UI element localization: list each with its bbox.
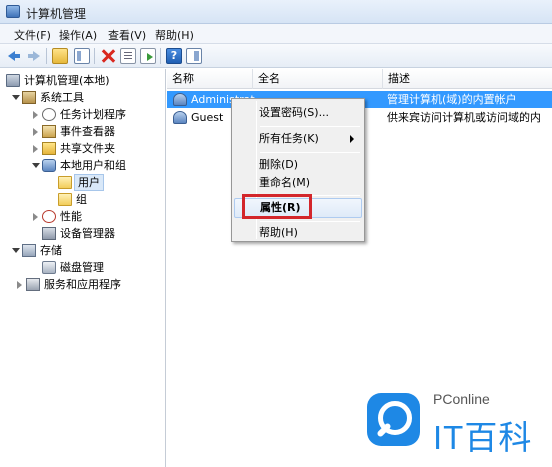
column-header-description[interactable]: 描述 (383, 69, 552, 89)
collapsed-arrow-icon[interactable] (30, 208, 40, 225)
forward-arrow-icon[interactable] (26, 48, 42, 64)
toolbar: ? (0, 44, 552, 68)
performance-icon (42, 210, 56, 223)
expanded-arrow-icon[interactable] (10, 89, 20, 106)
menu-item-all-tasks[interactable]: 所有任务(K) (234, 129, 362, 149)
menu-separator (260, 221, 360, 222)
tree-item-label: 存储 (40, 244, 62, 257)
computer-management-icon (6, 74, 20, 87)
folder-icon (58, 176, 72, 189)
services-apps-icon (26, 278, 40, 291)
tree-item-storage[interactable]: 存储 (10, 242, 164, 259)
user-icon (173, 93, 187, 106)
tree-item-label: 本地用户和组 (60, 159, 126, 172)
tree-item-performance[interactable]: 性能 (30, 208, 164, 225)
tree-item-groups[interactable]: 组 (46, 191, 164, 208)
tree-item-event-viewer[interactable]: 事件查看器 (30, 123, 164, 140)
tree-item-label: 共享文件夹 (60, 142, 115, 155)
delete-icon[interactable] (100, 48, 116, 64)
tree-item-local-users-groups[interactable]: 本地用户和组 (30, 157, 164, 174)
properties-icon[interactable] (120, 48, 136, 64)
tree-item-task-scheduler[interactable]: 任务计划程序 (30, 106, 164, 123)
event-viewer-icon (42, 125, 56, 138)
context-menu: 设置密码(S)... 所有任务(K) 删除(D) 重命名(M) 属性(R) 帮助… (231, 98, 365, 242)
collapsed-arrow-icon[interactable] (30, 123, 40, 140)
tree-item-shared-folders[interactable]: 共享文件夹 (30, 140, 164, 157)
tree-item-computer-management[interactable]: 计算机管理(本地) (6, 72, 164, 89)
toolbar-separator (46, 48, 47, 64)
device-manager-icon (42, 227, 56, 240)
system-tools-icon (22, 91, 36, 104)
tree-item-label: 计算机管理(本地) (24, 74, 110, 87)
collapsed-arrow-icon[interactable] (30, 140, 40, 157)
tree-item-label: 系统工具 (40, 91, 84, 104)
menu-bar: 文件(F) 操作(A) 查看(V) 帮助(H) (0, 24, 552, 44)
user-icon (173, 111, 187, 124)
computer-management-icon (6, 5, 20, 18)
menu-separator (260, 126, 360, 127)
menu-item-help[interactable]: 帮助(H) (234, 223, 362, 243)
navigation-tree: 计算机管理(本地) 系统工具 任务计划程序 事件查看器 共享文件夹 本地用户和组… (0, 69, 166, 467)
menu-item-label: 所有任务(K) (259, 132, 319, 145)
back-arrow-icon[interactable] (6, 48, 22, 64)
disk-management-icon (42, 261, 56, 274)
tree-item-label: 性能 (60, 210, 82, 223)
expanded-arrow-icon[interactable] (30, 157, 40, 174)
title-bar: 计算机管理 (0, 0, 552, 24)
shared-folder-icon (42, 142, 56, 155)
column-header-full-name[interactable]: 全名 (253, 69, 383, 89)
tree-item-label: 设备管理器 (60, 227, 115, 240)
watermark-brand: PConline (433, 391, 490, 407)
tree-item-users[interactable]: 用户 (46, 174, 164, 191)
submenu-arrow-icon (350, 135, 354, 143)
tree-item-disk-management[interactable]: 磁盘管理 (30, 259, 164, 276)
task-scheduler-icon (42, 108, 56, 121)
menu-separator (260, 152, 360, 153)
show-hide-action-pane-icon[interactable] (186, 48, 202, 64)
storage-icon (22, 244, 36, 257)
tree-item-label: 任务计划程序 (60, 108, 126, 121)
tree-item-label: 用户 (74, 174, 104, 191)
up-level-icon[interactable] (52, 48, 68, 64)
menu-help[interactable]: 帮助(H) (155, 27, 194, 43)
tree-item-label: 事件查看器 (60, 125, 115, 138)
tree-item-label: 服务和应用程序 (44, 278, 121, 291)
tree-item-services-applications[interactable]: 服务和应用程序 (14, 276, 164, 293)
toolbar-separator (160, 48, 161, 64)
tree-item-device-manager[interactable]: 设备管理器 (30, 225, 164, 242)
highlight-box (242, 194, 312, 219)
watermark-name: IT百科 (433, 419, 533, 456)
folder-icon (58, 193, 72, 206)
watermark: PConline IT百科 (345, 385, 552, 467)
user-description: 供来宾访问计算机或访问域的内 (387, 111, 541, 124)
pconline-logo-icon (367, 393, 420, 446)
menu-action[interactable]: 操作(A) (59, 27, 97, 43)
tree-item-system-tools[interactable]: 系统工具 (10, 89, 164, 106)
expanded-arrow-icon[interactable] (10, 242, 20, 259)
user-description: 管理计算机(域)的内置帐户 (387, 93, 517, 106)
menu-view[interactable]: 查看(V) (108, 27, 146, 43)
column-header-row: 名称 全名 描述 (167, 69, 552, 89)
window-title: 计算机管理 (26, 7, 87, 21)
menu-item-delete[interactable]: 删除(D) (234, 155, 362, 175)
show-hide-tree-icon[interactable] (74, 48, 90, 64)
tree-item-label: 组 (76, 193, 87, 206)
toolbar-separator (94, 48, 95, 64)
export-list-icon[interactable] (140, 48, 156, 64)
menu-item-set-password[interactable]: 设置密码(S)... (234, 103, 362, 123)
tree-item-label: 磁盘管理 (60, 261, 104, 274)
user-name: Guest (191, 111, 224, 124)
column-header-name[interactable]: 名称 (167, 69, 253, 89)
menu-item-rename[interactable]: 重命名(M) (234, 173, 362, 193)
help-icon[interactable]: ? (166, 48, 182, 64)
menu-file[interactable]: 文件(F) (14, 27, 51, 43)
collapsed-arrow-icon[interactable] (30, 106, 40, 123)
collapsed-arrow-icon[interactable] (14, 276, 24, 293)
local-users-groups-icon (42, 159, 56, 172)
